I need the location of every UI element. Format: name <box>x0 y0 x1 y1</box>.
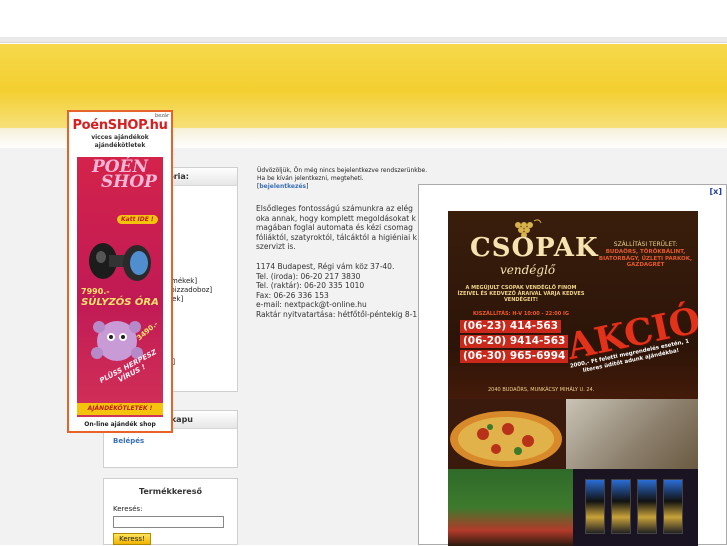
restaurant-interior-photo <box>566 399 698 469</box>
dumbbell-clock-icon <box>89 243 151 281</box>
contact-info: 1174 Budapest, Régi vám köz 37-40. Tel. … <box>256 262 426 320</box>
poenshop-footer: On-line ajándék shop <box>84 421 156 428</box>
search-label: Keresés: <box>113 505 143 513</box>
search-input[interactable] <box>113 516 224 528</box>
product-search-box: Termékkereső Keresés: Keress! <box>103 478 238 545</box>
poenshop-brand: POÉN SHOP <box>77 159 163 192</box>
top-divider <box>0 37 727 43</box>
poenshop-ad[interactable]: bezár PoénSHOP.hu vicces ajándékok ajánd… <box>67 110 173 433</box>
intro-line: szervizt is. <box>256 242 296 251</box>
slot-machine <box>663 479 683 534</box>
intro-line: magában foglal automata és kézi csomag <box>256 223 413 232</box>
poenshop-ad-image[interactable]: POÉN SHOP Katt IDE ! 7990.- SÚLYZÓS ÓRA … <box>77 157 163 417</box>
intro-line: fóliáktól, szatyroktól, tálcáktól a higi… <box>256 232 417 242</box>
tagline-line: vicces ajándékok <box>91 134 149 141</box>
welcome-line: Ha be kíván jelentkezni, megteheti. <box>257 175 364 182</box>
search-box-title: Termékkereső <box>104 483 237 501</box>
poenshop-tagline: vicces ajándékok ajándékötletek <box>69 134 171 150</box>
welcome-line: Üdvözöljük, Ön még nincs bejelentkezve r… <box>257 167 428 174</box>
phone-number: (06-23) 414-563 <box>460 320 562 333</box>
garden-photo <box>448 469 573 546</box>
delivery-areas: BUDAÖRS, TÖRÖKBÁLINT, BIATORBÁGY, ÜZLETI… <box>598 249 693 268</box>
contact-phone-warehouse: Tel. (raktár): 06-20 335 1010 <box>256 281 365 291</box>
intro-line: oka annak, hogy komplett megoldásokat k <box>256 213 416 223</box>
contact-fax: Fax: 06-26 336 153 <box>256 290 329 300</box>
login-link-inline[interactable]: [bejelentkezés] <box>257 183 427 191</box>
slot-machine <box>585 479 605 534</box>
login-inline-anchor[interactable]: bejelentkezés <box>259 183 306 190</box>
brand-line: SHOP <box>101 172 157 192</box>
pizza-photo <box>448 399 566 469</box>
csopak-ad-image[interactable]: CSOPAK vendéglő SZÁLLÍTÁSI TERÜLET: BUDA… <box>448 211 698 546</box>
delivery-title: SZÁLLÍTÁSI TERÜLET: <box>613 241 678 248</box>
restaurant-address: 2040 BUDAÖRS, MUNKÁCSY MIHÁLY U. 24. <box>488 387 595 393</box>
katt-ide-button[interactable]: Katt IDE ! <box>117 215 158 224</box>
login-link[interactable]: Belépés <box>113 437 144 445</box>
intro-line: Elsődleges fontosságú számunkra az elég <box>256 204 413 213</box>
product-name: SÚLYZÓS ÓRA <box>81 297 159 308</box>
contact-hours: Raktár nyitvatartása: hétfőtől-péntekig … <box>256 309 418 319</box>
popup-close-button[interactable]: [x] <box>710 187 722 196</box>
ajandekotletek-banner: AJÁNDÉKÖTLETEK ! <box>77 403 163 415</box>
price-tag: 7990.- <box>81 287 110 296</box>
promo-text: A MEGÚJULT CSOPAK VENDÉGLŐ FINOM ÍZEIVEL… <box>457 285 585 303</box>
contact-address: 1174 Budapest, Régi vám köz 37-40. <box>256 262 395 271</box>
intro-text: Elsődleges fontosságú számunkra az elég … <box>256 204 426 252</box>
welcome-message: Üdvözöljük, Ön még nincs bejelentkezve r… <box>257 167 427 191</box>
contact-email[interactable]: e-mail: nextpack@t-online.hu <box>256 300 426 310</box>
csopak-logo: CSOPAK <box>470 233 599 263</box>
slot-machine <box>637 479 657 534</box>
phone-number: (06-20) 9414-563 <box>460 335 569 348</box>
slot-machine <box>611 479 631 534</box>
delivery-hours: KISZÁLLÍTÁS: H-V 10:00 - 22:00 IG <box>473 311 569 317</box>
top-bar <box>0 0 727 37</box>
csopak-logo-sub: vendéglő <box>500 263 556 277</box>
slot-machines-photo <box>573 469 698 546</box>
search-button[interactable]: Keress! <box>113 533 151 545</box>
poenshop-logo[interactable]: PoénSHOP.hu <box>69 118 171 133</box>
phone-number: (06-30) 965-6994 <box>460 350 569 363</box>
tagline-line: ajándékötletek <box>94 142 146 149</box>
contact-phone-office: Tel. (iroda): 06-20 217 3830 <box>256 271 361 281</box>
csopak-popup: [x] CSOPAK vendéglő SZÁLLÍTÁSI TERÜLET: … <box>418 184 727 546</box>
